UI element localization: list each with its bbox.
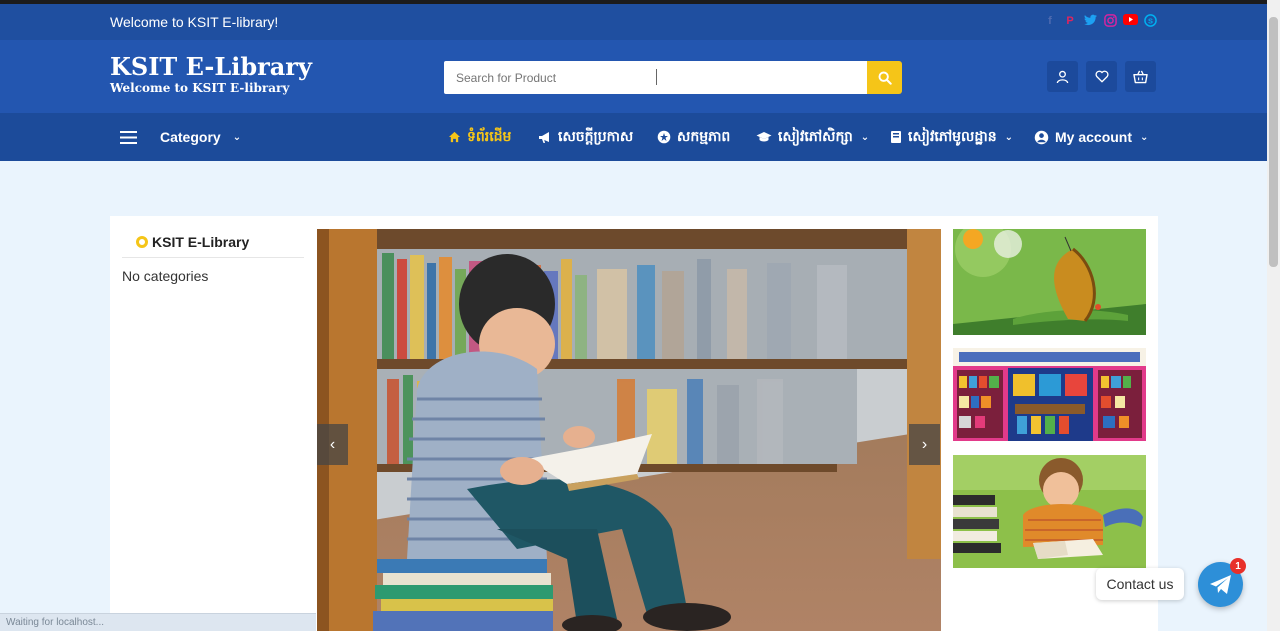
nav-item-my-account[interactable]: My account ⌄ — [1034, 113, 1148, 161]
search-button[interactable] — [867, 61, 902, 94]
pinterest-icon[interactable]: P — [1063, 14, 1077, 28]
book-icon — [891, 131, 901, 143]
nav-item-activities[interactable]: សកម្មភាព — [657, 113, 730, 161]
svg-text:S: S — [1148, 16, 1153, 25]
contact-us-button[interactable]: Contact us — [1096, 568, 1184, 600]
slider-prev-button[interactable]: ‹ — [317, 424, 348, 465]
youtube-icon[interactable] — [1123, 14, 1138, 28]
telegram-icon — [1209, 574, 1231, 594]
chevron-down-icon: ⌄ — [860, 131, 870, 143]
skype-icon[interactable]: S — [1143, 14, 1157, 28]
instagram-icon[interactable] — [1103, 14, 1117, 28]
home-icon — [448, 131, 461, 143]
activity-icon — [657, 130, 671, 144]
twitter-icon[interactable] — [1083, 14, 1097, 28]
text-cursor — [656, 69, 657, 85]
megaphone-icon — [539, 131, 549, 143]
banner-boy-reading-image[interactable] — [953, 455, 1146, 568]
basket-icon — [1133, 70, 1148, 83]
sidebar-title: KSIT E-Library — [136, 234, 249, 250]
nav-item-label: My account — [1055, 129, 1133, 145]
chevron-left-icon: ‹ — [329, 435, 336, 453]
facebook-icon[interactable]: f — [1043, 14, 1057, 28]
chevron-right-icon: › — [921, 435, 928, 453]
chevron-down-icon: ⌄ — [1004, 131, 1013, 143]
sidebar-title-text: KSIT E-Library — [152, 234, 250, 250]
welcome-text: Welcome to KSIT E-library! — [110, 14, 279, 30]
category-menu[interactable]: Category ⌄ — [120, 113, 241, 161]
hero-slider-image[interactable] — [317, 229, 941, 631]
browser-status-bar: Waiting for localhost... — [0, 613, 316, 631]
nav-item-label: សៀវភៅមូលដ្ឋាន — [908, 127, 997, 144]
nav-item-textbooks[interactable]: សៀវភៅសិក្សា ⌄ — [756, 113, 869, 161]
scrollbar-thumb[interactable] — [1269, 17, 1278, 267]
heart-icon — [1094, 70, 1109, 83]
slider-next-button[interactable]: › — [909, 424, 940, 465]
banner-bookshelf-poster-image[interactable] — [953, 348, 1146, 441]
nav-item-label: សកម្មភាព — [677, 127, 731, 144]
site-logo[interactable]: KSIT E-Library Welcome to KSIT E-library — [110, 52, 312, 96]
wishlist-button[interactable] — [1086, 61, 1117, 92]
site-header: KSIT E-Library Welcome to KSIT E-library — [0, 40, 1267, 113]
brand-subtitle: Welcome to KSIT E-library — [110, 81, 290, 95]
hamburger-icon — [120, 130, 137, 144]
main-nav: Category ⌄ ទំព័រដើម សេចក្តីប្រកាស សកម្មភ… — [0, 113, 1267, 161]
notification-badge: 1 — [1230, 558, 1246, 574]
nav-item-announcements[interactable]: សេចក្តីប្រកាស — [538, 113, 633, 161]
sidebar-divider — [122, 257, 304, 258]
header-actions — [1047, 61, 1156, 92]
user-icon — [1056, 70, 1069, 83]
circle-bullet-icon — [136, 236, 148, 248]
chevron-down-icon: ⌄ — [1140, 131, 1149, 143]
graduation-cap-icon — [756, 132, 772, 142]
nav-item-label: សៀវភៅសិក្សា — [778, 127, 853, 144]
search-icon — [878, 71, 892, 85]
account-button[interactable] — [1047, 61, 1078, 92]
chevron-down-icon: ⌄ — [232, 131, 242, 143]
nav-item-label: ទំព័រដើម — [467, 127, 512, 144]
brand-title: KSIT E-Library — [110, 52, 312, 81]
nav-item-label: សេចក្តីប្រកាស — [558, 127, 634, 144]
nav-item-home[interactable]: ទំព័រដើម — [448, 113, 511, 161]
category-label: Category — [160, 129, 221, 145]
sidebar-empty-text: No categories — [122, 268, 209, 284]
social-links: f P S — [1043, 14, 1157, 28]
cart-button[interactable] — [1125, 61, 1156, 92]
top-bar: Welcome to KSIT E-library! f P S — [0, 4, 1267, 40]
banner-butterfly-image[interactable] — [953, 229, 1146, 335]
nav-item-basic-books[interactable]: សៀវភៅមូលដ្ឋាន ⌄ — [890, 113, 1013, 161]
user-circle-icon — [1034, 130, 1049, 144]
